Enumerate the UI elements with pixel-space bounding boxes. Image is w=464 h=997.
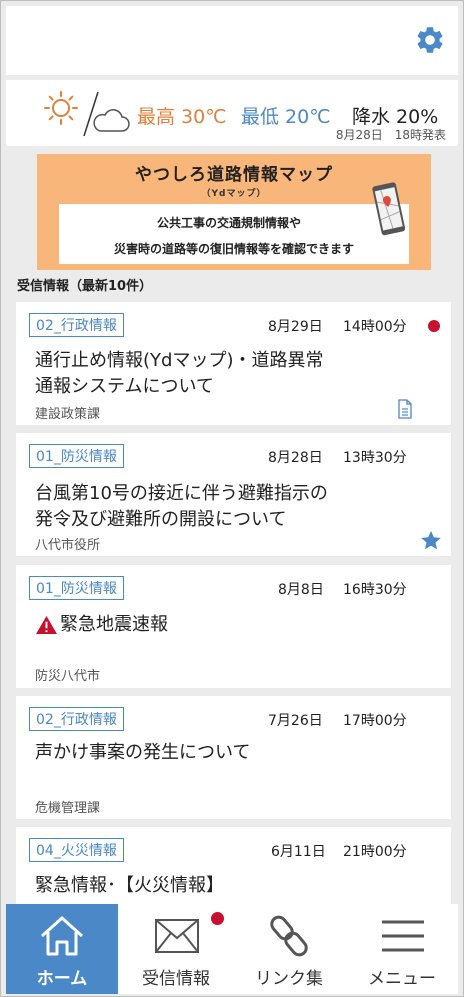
cloud-icon (93, 109, 130, 132)
forecast-issued-time: 8月28日 18時発表 (335, 128, 446, 142)
nav-home-label: ホーム (36, 969, 88, 989)
message-time: 17時00分 (343, 713, 407, 729)
message-source: 建設政策課 (35, 407, 101, 422)
weather-panel: 最高 30℃ 最低 20℃ 降水 20% 8月28日 18時発表 (6, 80, 458, 146)
message-date: 6月11日 (271, 844, 326, 860)
message-time: 13時30分 (343, 450, 407, 466)
message-source: 防災八代市 (35, 669, 101, 684)
message-title-line-1: 緊急情報･【火災情報】 (35, 875, 224, 896)
category-tag: 01_防災情報 (29, 444, 124, 468)
link-icon (270, 915, 308, 957)
high-temperature: 最高 30℃ (137, 106, 227, 128)
message-title-line-1: 台風第10号の接近に伴う避難指示の (35, 483, 328, 504)
message-date: 7月26日 (268, 713, 323, 729)
nav-home[interactable]: ホーム (6, 904, 118, 994)
nav-inbox-label: 受信情報 (142, 969, 210, 989)
home-icon (40, 916, 84, 956)
message-date: 8月8日 (278, 582, 324, 598)
phone-map-illustration (372, 182, 405, 236)
nav-links[interactable]: リンク集 (233, 904, 345, 994)
warning-icon (36, 615, 57, 635)
new-message-dot (211, 912, 224, 925)
app-frame: 最高 30℃ 最低 20℃ 降水 20% 8月28日 18時発表 やつしろ道路情… (0, 0, 464, 997)
menu-icon (382, 920, 424, 952)
message-title-line-1: 通行止め情報(Ydマップ)・道路異常 (35, 350, 324, 371)
message-date: 8月28日 (268, 450, 323, 466)
message-source: 危機管理課 (35, 801, 101, 816)
nav-links-label: リンク集 (255, 969, 323, 989)
nav-inbox[interactable]: 受信情報 (120, 904, 232, 994)
unread-dot (428, 320, 440, 332)
banner-line-2: 災害時の道路等の復旧情報等を確認できます (113, 242, 354, 256)
message-title-line-1: 緊急地震速報 (60, 614, 168, 635)
bottom-navigation: ホーム 受信情報 リンク集 メニュー (6, 904, 458, 994)
message-title-line-2: 発令及び避難所の開設について (35, 509, 287, 530)
message-title-line-2: 通報システムについて (35, 376, 214, 397)
document-icon (398, 399, 412, 419)
nav-menu[interactable]: メニュー (346, 904, 458, 994)
message-card[interactable]: 01_防災情報 8月8日 16時30分 緊急地震速報 防災八代市 (16, 565, 451, 688)
precipitation: 降水 20% (352, 106, 439, 128)
message-time: 16時30分 (343, 582, 407, 598)
category-tag: 04_火災情報 (29, 838, 124, 862)
section-title: 受信情報（最新10件） (17, 279, 153, 294)
message-card[interactable]: 02_行政情報 8月29日 14時00分 通行止め情報(Ydマップ)・道路異常 … (16, 302, 451, 425)
message-date: 8月29日 (268, 319, 323, 335)
message-card[interactable]: 02_行政情報 7月26日 17時00分 声かけ事案の発生について 危機管理課 (16, 696, 451, 819)
road-map-banner[interactable]: やつしろ道路情報マップ （Ydマップ） 公共工事の交通規制情報や 災害時の道路等… (37, 154, 431, 270)
category-tag: 02_行政情報 (29, 313, 124, 337)
message-time: 21時00分 (343, 844, 407, 860)
top-bar (6, 6, 458, 75)
mail-icon (155, 919, 199, 953)
sun-icon (44, 91, 78, 125)
message-source: 八代市役所 (35, 538, 101, 553)
banner-description: 公共工事の交通規制情報や 災害時の道路等の復旧情報等を確認できます (59, 204, 409, 264)
nav-menu-label: メニュー (368, 969, 436, 989)
star-icon[interactable] (420, 530, 442, 551)
category-tag: 02_行政情報 (29, 707, 124, 731)
message-time: 14時00分 (343, 319, 407, 335)
low-temperature: 最低 20℃ (241, 106, 331, 128)
banner-line-1: 公共工事の交通規制情報や (156, 216, 301, 230)
message-title-line-1: 声かけ事案の発生について (35, 742, 251, 763)
category-tag: 01_防災情報 (29, 576, 124, 600)
message-card[interactable]: 01_防災情報 8月28日 13時30分 台風第10号の接近に伴う避難指示の 発… (16, 433, 451, 556)
gear-icon[interactable] (414, 24, 446, 56)
